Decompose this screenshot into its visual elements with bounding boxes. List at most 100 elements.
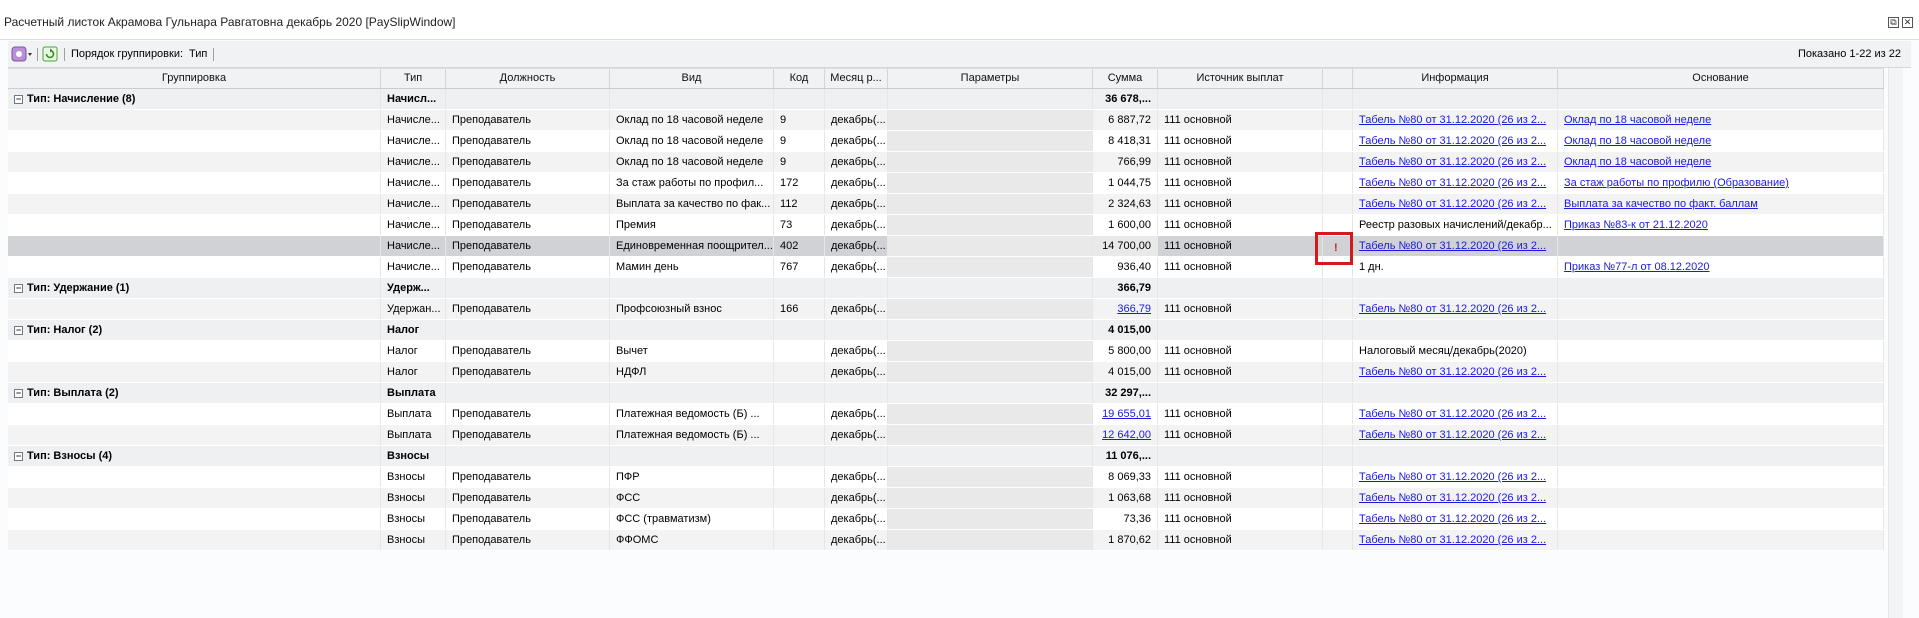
grouping-cell (8, 488, 381, 508)
basis-link[interactable]: Выплата за качество по факт. баллам (1564, 198, 1758, 210)
basis-cell: Оклад по 18 часовой неделе (1558, 110, 1884, 130)
col-flag-header[interactable] (1323, 69, 1353, 88)
refresh-button[interactable] (42, 45, 58, 63)
empty-cell (1323, 89, 1353, 109)
basis-cell (1558, 404, 1884, 424)
info-link[interactable]: Табель №80 от 31.12.2020 (26 из 2... (1359, 135, 1546, 147)
table-row[interactable]: Взносы Преподаватель ФСС декабрь(... 1 063,6… (8, 488, 1884, 509)
info-cell: Табель №80 от 31.12.2020 (26 из 2... (1353, 194, 1558, 214)
restore-window-button[interactable]: ⧉ (1888, 17, 1899, 28)
table-row[interactable]: Удержан... Преподаватель Профсоюзный взнос… (8, 299, 1884, 320)
position-cell: Преподаватель (446, 257, 610, 277)
info-link[interactable]: Табель №80 от 31.12.2020 (26 из 2... (1359, 240, 1546, 252)
basis-link[interactable]: Приказ №83-к от 21.12.2020 (1564, 219, 1708, 231)
source-cell: 111 основной (1158, 152, 1323, 172)
col-params-header[interactable]: Параметры (888, 69, 1093, 88)
empty-cell (774, 383, 825, 403)
collapse-group-icon[interactable]: − (14, 284, 23, 293)
info-link[interactable]: Табель №80 от 31.12.2020 (26 из 2... (1359, 471, 1546, 483)
info-link[interactable]: Табель №80 от 31.12.2020 (26 из 2... (1359, 513, 1546, 525)
group-label: Тип: Налог (2) (27, 324, 103, 336)
grid-body: − Тип: Начисление (8) Начисл... 36 678,... Н… (8, 89, 1884, 551)
info-link[interactable]: Табель №80 от 31.12.2020 (26 из 2... (1359, 492, 1546, 504)
table-row[interactable]: Выплата Преподаватель Платежная ведомость … (8, 425, 1884, 446)
collapse-group-icon[interactable]: − (14, 326, 23, 335)
info-cell: Табель №80 от 31.12.2020 (26 из 2... (1353, 488, 1558, 508)
table-row[interactable]: Взносы Преподаватель ФФОМС декабрь(... 1 870… (8, 530, 1884, 551)
col-sum-header[interactable]: Сумма (1093, 69, 1158, 88)
table-row[interactable]: Начисле... Преподаватель Оклад по 18 часов… (8, 131, 1884, 152)
collapse-group-icon[interactable]: − (14, 95, 23, 104)
flag-cell (1323, 404, 1353, 424)
collapse-group-icon[interactable]: − (14, 389, 23, 398)
group-row[interactable]: − Тип: Удержание (1) Удерж... 366,79 (8, 278, 1884, 299)
group-row[interactable]: − Тип: Начисление (8) Начисл... 36 678,... (8, 89, 1884, 110)
group-row[interactable]: − Тип: Выплата (2) Выплата 32 297,... (8, 383, 1884, 404)
col-view-header[interactable]: Вид (610, 69, 774, 88)
basis-link[interactable]: Оклад по 18 часовой неделе (1564, 135, 1711, 147)
table-row[interactable]: Начисле... Преподаватель Единовременная по… (8, 236, 1884, 257)
empty-cell (825, 89, 888, 109)
col-code-header[interactable]: Код (774, 69, 825, 88)
info-link[interactable]: Табель №80 от 31.12.2020 (26 из 2... (1359, 114, 1546, 126)
group-label: Тип: Взносы (4) (27, 450, 113, 462)
col-grouping-header[interactable]: Группировка (8, 69, 381, 88)
grouping-cell (8, 110, 381, 130)
view-cell: Выплата за качество по фак... (610, 194, 774, 214)
code-cell: 402 (774, 236, 825, 256)
col-basis-header[interactable]: Основание (1558, 69, 1884, 88)
table-row[interactable]: Взносы Преподаватель ФСС (травматизм) декаб… (8, 509, 1884, 530)
group-row[interactable]: − Тип: Взносы (4) Взносы 11 076,... (8, 446, 1884, 467)
table-row[interactable]: Налог Преподаватель Вычет декабрь(... 5 800,… (8, 341, 1884, 362)
vertical-scrollbar[interactable] (1888, 68, 1903, 618)
table-row[interactable]: Начисле... Преподаватель Мамин день 767 дека… (8, 257, 1884, 278)
group-row[interactable]: − Тип: Налог (2) Налог 4 015,00 (8, 320, 1884, 341)
params-cell (888, 425, 1093, 445)
col-source-header[interactable]: Источник выплат (1158, 69, 1323, 88)
basis-link[interactable]: Оклад по 18 часовой неделе (1564, 156, 1711, 168)
info-link[interactable]: Табель №80 от 31.12.2020 (26 из 2... (1359, 366, 1546, 378)
empty-cell (1158, 320, 1323, 340)
col-type-header[interactable]: Тип (381, 69, 446, 88)
month-cell: декабрь(... (825, 299, 888, 319)
group-cell[interactable]: − Тип: Налог (2) (8, 320, 381, 340)
basis-link[interactable]: Оклад по 18 часовой неделе (1564, 114, 1711, 126)
table-row[interactable]: Начисле... Преподаватель Оклад по 18 часов… (8, 110, 1884, 131)
table-row[interactable]: Налог Преподаватель НДФЛ декабрь(... 4 015,0… (8, 362, 1884, 383)
table-row[interactable]: Начисле... Преподаватель Выплата за качест… (8, 194, 1884, 215)
info-link[interactable]: Табель №80 от 31.12.2020 (26 из 2... (1359, 534, 1546, 546)
basis-link[interactable]: Приказ №77-л от 08.12.2020 (1564, 261, 1710, 273)
group-cell[interactable]: − Тип: Удержание (1) (8, 278, 381, 298)
info-cell: Табель №80 от 31.12.2020 (26 из 2... (1353, 131, 1558, 151)
close-window-button[interactable]: ✕ (1902, 17, 1913, 28)
group-cell[interactable]: − Тип: Выплата (2) (8, 383, 381, 403)
info-link[interactable]: Табель №80 от 31.12.2020 (26 из 2... (1359, 177, 1546, 189)
table-row[interactable]: Начисле... Преподаватель Оклад по 18 часов… (8, 152, 1884, 173)
table-row[interactable]: Начисле... Преподаватель За стаж работы по… (8, 173, 1884, 194)
info-link[interactable]: Табель №80 от 31.12.2020 (26 из 2... (1359, 408, 1546, 420)
info-link[interactable]: Табель №80 от 31.12.2020 (26 из 2... (1359, 156, 1546, 168)
position-cell: Преподаватель (446, 425, 610, 445)
table-row[interactable]: Взносы Преподаватель ПФР декабрь(... 8 069,3… (8, 467, 1884, 488)
group-cell[interactable]: − Тип: Начисление (8) (8, 89, 381, 109)
col-month-header[interactable]: Месяц р... (825, 69, 888, 88)
info-link[interactable]: Табель №80 от 31.12.2020 (26 из 2... (1359, 198, 1546, 210)
collapse-group-icon[interactable]: − (14, 452, 23, 461)
group-cell[interactable]: − Тип: Взносы (4) (8, 446, 381, 466)
type-cell: Начисле... (381, 173, 446, 193)
col-info-header[interactable]: Информация (1353, 69, 1558, 88)
basis-link[interactable]: За стаж работы по профилю (Образование) (1564, 177, 1789, 189)
info-link[interactable]: Табель №80 от 31.12.2020 (26 из 2... (1359, 303, 1546, 315)
info-link[interactable]: Табель №80 от 31.12.2020 (26 из 2... (1359, 429, 1546, 441)
table-row[interactable]: Начисле... Преподаватель Премия 73 декабрь(.… (8, 215, 1884, 236)
sum-link[interactable]: 19 655,01 (1102, 408, 1151, 420)
empty-cell (888, 278, 1093, 298)
table-row[interactable]: Выплата Преподаватель Платежная ведомость … (8, 404, 1884, 425)
grouping-order-value[interactable]: Тип (189, 48, 207, 60)
actions-menu-button[interactable] (11, 45, 33, 63)
sum-link[interactable]: 366,79 (1117, 303, 1151, 315)
sum-link[interactable]: 12 642,00 (1102, 429, 1151, 441)
source-cell: 111 основной (1158, 173, 1323, 193)
sum-cell: 1 600,00 (1093, 215, 1158, 235)
col-position-header[interactable]: Должность (446, 69, 610, 88)
